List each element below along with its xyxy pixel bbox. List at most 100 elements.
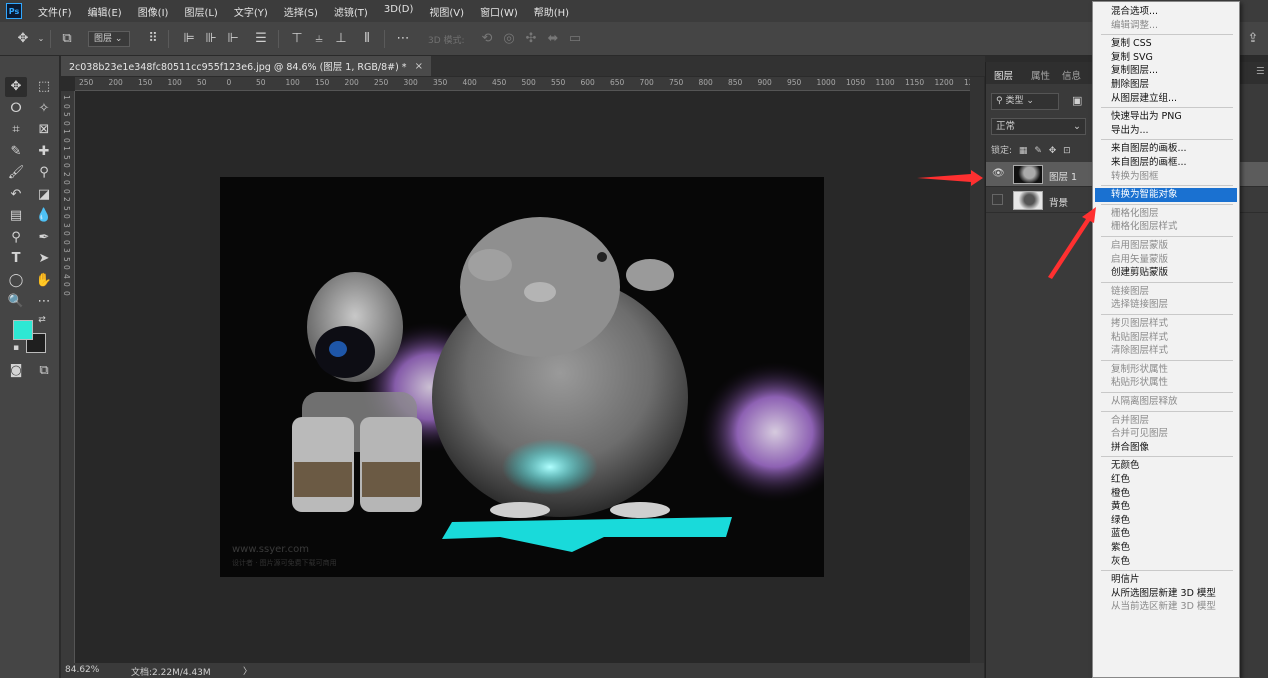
- context-menu-item[interactable]: 红色: [1095, 473, 1237, 487]
- distribute-icon[interactable]: ☰: [252, 30, 270, 48]
- default-colors-icon[interactable]: ▪: [10, 342, 22, 354]
- menu-item[interactable]: 窗口(W): [472, 4, 526, 19]
- more-options-icon[interactable]: ⋯: [394, 30, 412, 48]
- 3d-camera-icon[interactable]: ▭: [566, 30, 584, 48]
- 3d-pan-icon[interactable]: ✣: [522, 30, 540, 48]
- gradient-tool-icon[interactable]: ▤: [5, 206, 27, 226]
- move-tool-icon[interactable]: ✥: [14, 30, 32, 48]
- menu-item[interactable]: 选择(S): [276, 4, 326, 19]
- lock-image-icon[interactable]: ✎: [1034, 146, 1042, 156]
- auto-select-icon[interactable]: ⧉: [58, 30, 76, 48]
- menu-item[interactable]: 滤镜(T): [326, 4, 376, 19]
- quick-mask-icon[interactable]: ◙: [5, 361, 27, 381]
- frame-tool-icon[interactable]: ⊠: [33, 120, 55, 140]
- image-filter-icon[interactable]: ▣: [1072, 94, 1082, 107]
- path-selection-tool-icon[interactable]: ➤: [33, 249, 55, 269]
- context-menu-item[interactable]: 从图层建立组...: [1095, 92, 1237, 106]
- context-menu-item[interactable]: 创建剪贴蒙版: [1095, 266, 1237, 280]
- align-top-icon[interactable]: ⊤: [288, 30, 306, 48]
- context-menu-item[interactable]: 来自图层的画板...: [1095, 142, 1237, 156]
- eraser-tool-icon[interactable]: ◪: [33, 185, 55, 205]
- context-menu-item[interactable]: 混合选项...: [1095, 5, 1237, 19]
- context-menu-item[interactable]: 复制 CSS: [1095, 37, 1237, 51]
- pen-tool-icon[interactable]: ✒: [33, 228, 55, 248]
- menu-item[interactable]: 图层(L): [176, 4, 225, 19]
- zoom-tool-icon[interactable]: 🔍: [5, 292, 27, 312]
- align-center-icon[interactable]: ⊪: [202, 30, 220, 48]
- lock-transparent-icon[interactable]: ▦: [1019, 146, 1028, 156]
- shape-tool-icon[interactable]: ◯: [5, 271, 27, 291]
- chevron-down-icon[interactable]: ⌄: [32, 30, 50, 48]
- history-brush-tool-icon[interactable]: ↶: [5, 185, 27, 205]
- tab-properties[interactable]: 属性: [1031, 68, 1050, 82]
- lasso-tool-icon[interactable]: ⵔ: [5, 99, 27, 119]
- lock-artboard-icon[interactable]: ⊡: [1063, 146, 1071, 156]
- context-menu-item[interactable]: 紫色: [1095, 541, 1237, 555]
- transform-controls-icon[interactable]: ⠿: [144, 30, 162, 48]
- type-tool-icon[interactable]: T: [5, 249, 27, 269]
- tab-info[interactable]: 信息: [1062, 68, 1081, 82]
- blur-tool-icon[interactable]: 💧: [33, 206, 55, 226]
- visibility-box-icon[interactable]: [992, 194, 1003, 205]
- align-left-icon[interactable]: ⊫: [180, 30, 198, 48]
- panel-menu-icon[interactable]: ☰: [1256, 66, 1265, 77]
- swap-colors-icon[interactable]: ⇄: [36, 314, 48, 326]
- move-tool-icon[interactable]: ✥: [5, 77, 27, 97]
- context-menu-item[interactable]: 从所选图层新建 3D 模型: [1095, 587, 1237, 601]
- share-icon[interactable]: ⇪: [1244, 30, 1262, 48]
- context-menu-item[interactable]: 导出为...: [1095, 124, 1237, 138]
- context-menu-item[interactable]: 删除图层: [1095, 78, 1237, 92]
- context-menu-item[interactable]: 绿色: [1095, 514, 1237, 528]
- dodge-tool-icon[interactable]: ⚲: [5, 228, 27, 248]
- screen-mode-icon[interactable]: ⧉: [33, 361, 55, 381]
- menu-item[interactable]: 图像(I): [130, 4, 177, 19]
- edit-toolbar-icon[interactable]: ⋯: [33, 292, 55, 312]
- context-menu-item[interactable]: 明信片: [1095, 573, 1237, 587]
- healing-brush-tool-icon[interactable]: ✚: [33, 142, 55, 162]
- menu-item[interactable]: 文字(Y): [226, 4, 276, 19]
- 3d-slide-icon[interactable]: ⬌: [544, 30, 562, 48]
- layer-kind-filter[interactable]: ⚲ 类型 ⌄: [991, 93, 1059, 110]
- lock-position-icon[interactable]: ✥: [1049, 146, 1057, 156]
- status-menu-arrow-icon[interactable]: 〉: [243, 664, 252, 677]
- context-menu-item[interactable]: 橙色: [1095, 487, 1237, 501]
- close-icon[interactable]: ×: [415, 61, 423, 72]
- distribute-vertical-icon[interactable]: ⫴: [358, 30, 376, 48]
- align-middle-icon[interactable]: ⫨: [310, 30, 328, 48]
- layer-name[interactable]: 图层 1: [1049, 169, 1077, 183]
- context-menu-item[interactable]: 来自图层的画框...: [1095, 156, 1237, 170]
- context-menu-item[interactable]: 无颜色: [1095, 459, 1237, 473]
- menu-item[interactable]: 编辑(E): [80, 4, 130, 19]
- context-menu-item[interactable]: 转换为智能对象: [1095, 188, 1237, 202]
- zoom-level[interactable]: 84.62%: [65, 665, 99, 675]
- marquee-tool-icon[interactable]: ⬚: [33, 77, 55, 97]
- vertical-scrollbar[interactable]: [970, 77, 984, 663]
- 3d-rotate-icon[interactable]: ⟲: [478, 30, 496, 48]
- menu-item[interactable]: 文件(F): [30, 4, 80, 19]
- blend-mode-dropdown[interactable]: 正常 ⌄: [991, 118, 1086, 135]
- menu-item[interactable]: 视图(V): [421, 4, 472, 19]
- context-menu-item[interactable]: 灰色: [1095, 555, 1237, 569]
- tab-layers[interactable]: 图层: [994, 68, 1013, 82]
- hand-tool-icon[interactable]: ✋: [33, 271, 55, 291]
- canvas-area[interactable]: www.ssyer.com 设计者 · 图片源可免费下载可商用: [75, 91, 970, 663]
- document-tab[interactable]: 2c038b23e1e348fc80511cc955f123e6.jpg @ 8…: [61, 56, 431, 76]
- context-menu-item[interactable]: 黄色: [1095, 500, 1237, 514]
- context-menu-item[interactable]: 蓝色: [1095, 527, 1237, 541]
- context-menu-item[interactable]: 快速导出为 PNG: [1095, 110, 1237, 124]
- eyedropper-tool-icon[interactable]: ✎: [5, 142, 27, 162]
- clone-stamp-tool-icon[interactable]: ⚲: [33, 163, 55, 183]
- align-right-icon[interactable]: ⊩: [224, 30, 242, 48]
- 3d-roll-icon[interactable]: ◎: [500, 30, 518, 48]
- context-menu-item[interactable]: 复制 SVG: [1095, 51, 1237, 65]
- align-bottom-icon[interactable]: ⊥: [332, 30, 350, 48]
- foreground-color-swatch[interactable]: [13, 320, 33, 340]
- context-menu-item[interactable]: 复制图层...: [1095, 64, 1237, 78]
- menu-item[interactable]: 帮助(H): [526, 4, 577, 19]
- eye-icon[interactable]: 👁: [992, 168, 1005, 180]
- magic-wand-tool-icon[interactable]: ✧: [33, 99, 55, 119]
- context-menu-item[interactable]: 拼合图像: [1095, 441, 1237, 455]
- brush-tool-icon[interactable]: 🖌: [5, 163, 27, 183]
- crop-tool-icon[interactable]: ⌗: [5, 120, 27, 140]
- auto-select-dropdown[interactable]: 图层 ⌄: [88, 31, 130, 47]
